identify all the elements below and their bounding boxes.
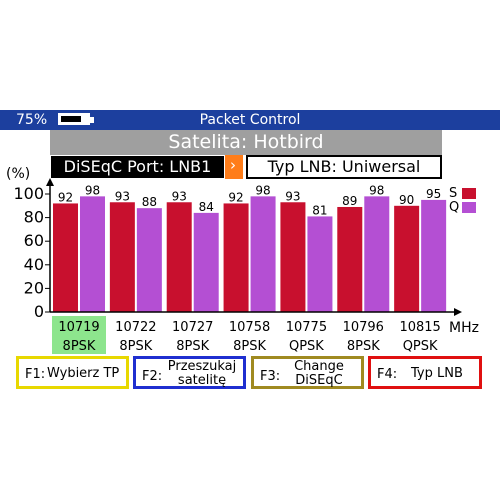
y-tick-label: 80 [24,208,44,227]
bar-value-label: 93 [285,189,300,203]
modulation-label: QPSK [403,339,438,354]
y-tick-label: 40 [24,255,44,274]
function-key-bar: F1: Wybierz TP F2: Przeszukaj satelitę F… [0,354,500,392]
bar-value-label: 98 [255,183,270,197]
y-axis-label: (%) [6,166,30,182]
signal-quality-chart: (%) 0 20 40 60 80 100 92 98 10719 8PSK 93 88 10722 8PS… [6,166,479,354]
f4-key-label: F4: [377,367,398,382]
x-tick-label: 10796 [343,320,384,335]
bar-q [307,216,333,312]
f1-key-label: F1: [25,367,46,382]
x-tick-label: 10775 [286,320,327,335]
x-axis-arrow [454,308,462,316]
modulation-label: 8PSK [63,339,96,354]
app-title: Packet Control [199,112,301,128]
legend-label-q: Q [449,200,459,215]
y-tick-label: 0 [34,302,44,321]
x-tick-label: 10815 [399,320,440,335]
bar-value-label: 98 [369,183,384,197]
legend-swatch-q [462,202,476,213]
x-tick-label: 10722 [115,320,156,335]
bar-q [80,196,105,312]
f4-action-label: Typ LNB [411,366,463,381]
satellite-title: Satelita: Hotbird [50,130,442,155]
bar-value-label: 90 [399,193,414,207]
x-axis-unit-label: MHz [449,320,479,336]
bar-s [166,202,192,312]
f4-lnb-type-button[interactable]: F4: Typ LNB [368,356,482,389]
f1-select-tp-button[interactable]: F1: Wybierz TP [16,356,129,389]
bar-value-label: 92 [228,190,243,204]
bar-s [280,202,306,312]
bar-q [364,196,390,312]
bar-value-label: 81 [312,203,327,217]
bar-value-label: 95 [426,187,441,201]
x-tick-label: 10727 [172,320,213,335]
bar-value-label: 92 [58,190,73,204]
bar-q [193,212,219,312]
f3-change-diseqc-button[interactable]: F3: Change DiSEqC [251,356,364,389]
bar-q [136,208,162,312]
x-tick-label: 10758 [229,320,270,335]
modulation-label: 8PSK [233,339,266,354]
modulation-label: QPSK [289,339,324,354]
y-tick-label: 20 [24,278,44,297]
bar-value-label: 84 [199,200,214,214]
f2-key-label: F2: [142,369,163,384]
modulation-label: 8PSK [176,339,209,354]
y-tick-label: 100 [13,184,44,203]
f2-scan-satellite-button[interactable]: F2: Przeszukaj satelitę [133,356,246,389]
bar-q [250,196,276,312]
bar-s [53,203,78,312]
modulation-label: 8PSK [347,339,380,354]
bar-s [337,206,363,312]
screen: 75% Packet Control Satelita: Hotbird DiS… [0,110,500,392]
status-bar: 75% Packet Control [0,110,500,130]
f3-key-label: F3: [260,369,281,384]
x-tick-label: 10719 [58,320,99,335]
bar-value-label: 89 [342,194,357,208]
y-axis-arrow [46,178,54,186]
bar-value-label: 93 [172,189,187,203]
bar-s [223,203,249,312]
legend-label-s: S [449,186,457,201]
bar-q [421,199,447,312]
bar-s [109,202,135,312]
f1-action-label: Wybierz TP [47,366,120,381]
bar-value-label: 93 [115,189,130,203]
modulation-label: 8PSK [119,339,152,354]
f2-action-label: Przeszukaj satelitę [167,359,237,388]
y-tick-label: 60 [24,231,44,250]
bar-value-label: 88 [142,195,157,209]
legend-swatch-s [462,188,476,199]
bar-value-label: 98 [85,183,100,197]
f3-action-label: Change DiSEqC [294,359,344,388]
bar-s [394,205,420,312]
